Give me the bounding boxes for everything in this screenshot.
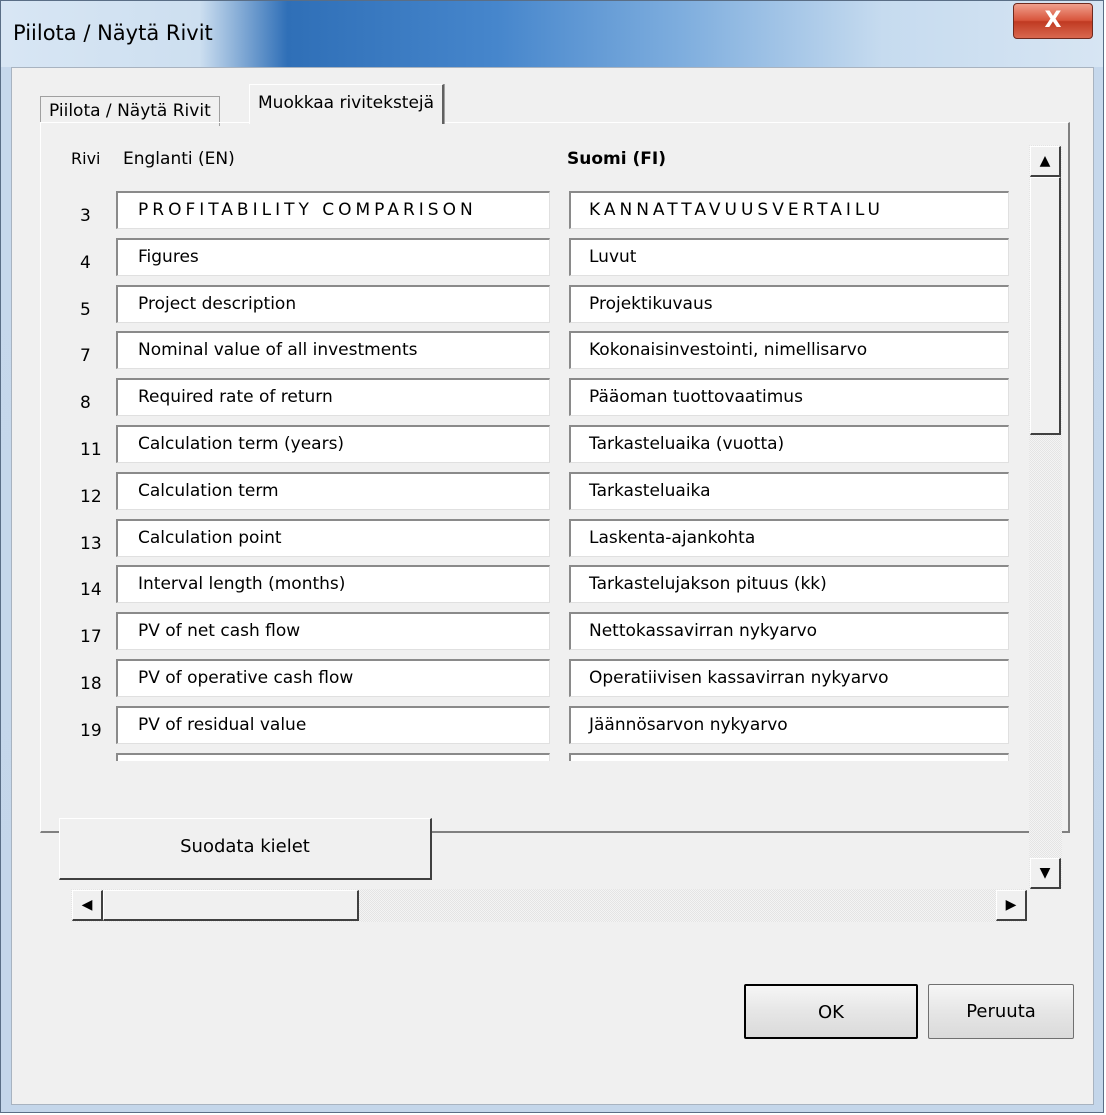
finnish-text-field[interactable]: Jäännösarvon nykyarvo	[569, 705, 1009, 744]
finnish-text-field[interactable]: Tarkasteluaika (vuotta)	[569, 425, 1009, 463]
row-number: 5	[80, 299, 91, 320]
grid-row: 20Present value of business cash flowsLi…	[71, 751, 1029, 761]
finnish-text-field[interactable]: Laskenta-ajankohta	[569, 518, 1009, 557]
scroll-down-button[interactable]: ▼	[1030, 858, 1061, 889]
row-number: 13	[80, 533, 102, 554]
grid-row: 3 PROFITABILITY COMPARISON KANNATTAVUUSVER…	[71, 189, 1029, 236]
finnish-text-field[interactable]: Liiketoiminnan kassavirtojen nykyarvo	[569, 752, 1009, 761]
window-title: Piilota / Näytä Rivit	[13, 21, 213, 45]
grid-row: 12 Calculation term Tarkasteluaika	[71, 470, 1029, 517]
grid-row: 5 Project description Projektikuvaus	[71, 283, 1029, 330]
grid-row: 17 PV of net cash flow Nettokassavirran ny…	[71, 610, 1029, 657]
finnish-text-field[interactable]: Operatiivisen kassavirran nykyarvo	[569, 659, 1009, 697]
grid-row: 13 Calculation point Laskenta-ajankohta	[71, 517, 1029, 564]
cancel-button[interactable]: Peruuta	[928, 984, 1074, 1039]
english-text-field[interactable]: PV of net cash flow	[116, 612, 550, 651]
title-bar[interactable]: Piilota / Näytä Rivit X	[1, 1, 1103, 67]
close-icon: X	[1044, 8, 1062, 33]
finnish-text-field[interactable]: Tarkastelujakson pituus (kk)	[569, 565, 1009, 604]
row-number: 3	[80, 206, 91, 226]
grid-row: 11 Calculation term (years) Tarkasteluaika…	[71, 423, 1029, 470]
arrow-down-icon: ▼	[1039, 865, 1051, 881]
column-header-row: Rivi	[71, 149, 101, 168]
english-text-field[interactable]: PROFITABILITY COMPARISON	[116, 191, 550, 229]
arrow-right-icon: ▶	[1005, 897, 1017, 913]
grid-row: 7 Nominal value of all investments Kokonai…	[71, 329, 1029, 376]
row-number: 14	[80, 580, 102, 601]
finnish-text-field[interactable]: Tarkasteluaika	[569, 471, 1009, 510]
scrollbar-corner	[1029, 889, 1062, 922]
row-number: 7	[80, 346, 91, 367]
row-number: 19	[80, 720, 102, 741]
finnish-text-field[interactable]: Pääoman tuottovaatimus	[569, 378, 1009, 417]
english-text-field[interactable]: Present value of business cash flows	[116, 752, 550, 761]
english-text-field[interactable]: PV of residual value	[116, 705, 550, 744]
grid-row: 18 PV of operative cash flow Operatiivisen…	[71, 657, 1029, 704]
grid-row: 19 PV of residual value Jäännösarvon nykya…	[71, 704, 1029, 751]
row-number: 11	[80, 440, 102, 460]
row-number: 17	[80, 627, 102, 648]
row-text-grid: Rivi Englanti (EN) Suomi (FI) 3 PROFITABI…	[71, 141, 1029, 761]
english-text-field[interactable]: Calculation term	[116, 471, 550, 510]
scroll-left-button[interactable]: ◀	[72, 890, 103, 921]
arrow-up-icon: ▲	[1039, 153, 1051, 169]
arrow-left-icon: ◀	[81, 897, 93, 913]
row-number: 8	[80, 393, 91, 414]
finnish-text-field[interactable]: KANNATTAVUUSVERTAILU	[569, 191, 1009, 229]
tab-panel: Rivi Englanti (EN) Suomi (FI) 3 PROFITABI…	[40, 122, 1070, 922]
scroll-up-button[interactable]: ▲	[1030, 146, 1061, 177]
finnish-text-field[interactable]: Nettokassavirran nykyarvo	[569, 612, 1009, 651]
ok-button[interactable]: OK	[744, 984, 918, 1039]
grid-row: 8 Required rate of return Pääoman tuottova…	[71, 376, 1029, 423]
row-number: 4	[80, 252, 91, 273]
english-text-field[interactable]: PV of operative cash flow	[116, 659, 550, 697]
english-text-field[interactable]: Calculation term (years)	[116, 425, 550, 463]
grid-row: 4 Figures Luvut	[71, 236, 1029, 283]
english-text-field[interactable]: Nominal value of all investments	[116, 331, 550, 370]
horizontal-scroll-thumb[interactable]	[103, 890, 359, 921]
finnish-text-field[interactable]: Luvut	[569, 237, 1009, 276]
tab-edit-row-texts[interactable]: Muokkaa rivitekstejä	[249, 84, 445, 124]
close-button[interactable]: X	[1013, 3, 1093, 39]
column-header-english: Englanti (EN)	[123, 149, 235, 169]
dialog-window: Piilota / Näytä Rivit X Piilota / Näytä …	[0, 0, 1104, 1113]
grid-row: 14 Interval length (months) Tarkastelujaks…	[71, 563, 1029, 610]
english-text-field[interactable]: Project description	[116, 284, 550, 323]
vertical-scroll-thumb[interactable]	[1030, 177, 1061, 435]
english-text-field[interactable]: Calculation point	[116, 518, 550, 557]
dialog-client-area: Piilota / Näytä Rivit Muokkaa rivitekste…	[11, 67, 1094, 1105]
row-number: 12	[80, 486, 102, 507]
row-number: 18	[80, 674, 102, 694]
english-text-field[interactable]: Interval length (months)	[116, 565, 550, 604]
column-header-finnish: Suomi (FI)	[567, 149, 666, 169]
english-text-field[interactable]: Figures	[116, 237, 550, 276]
filter-languages-button[interactable]: Suodata kielet	[59, 818, 432, 880]
finnish-text-field[interactable]: Projektikuvaus	[569, 284, 1009, 323]
english-text-field[interactable]: Required rate of return	[116, 378, 550, 417]
scroll-right-button[interactable]: ▶	[996, 890, 1027, 921]
finnish-text-field[interactable]: Kokonaisinvestointi, nimellisarvo	[569, 331, 1009, 370]
